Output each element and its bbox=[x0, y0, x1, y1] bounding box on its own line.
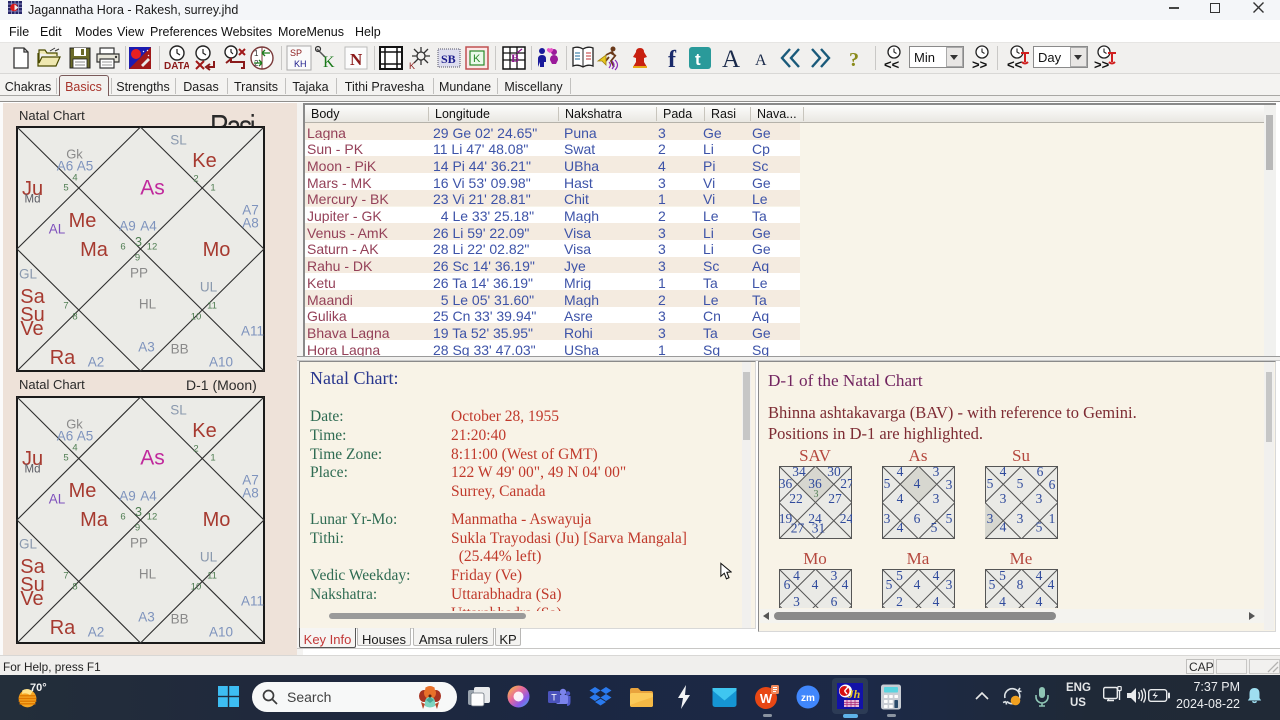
svg-text:5: 5 bbox=[999, 569, 1006, 583]
svg-text:27: 27 bbox=[840, 476, 852, 491]
svg-text:K: K bbox=[323, 54, 335, 71]
svg-text:22: 22 bbox=[789, 491, 803, 506]
svg-text:3: 3 bbox=[831, 569, 838, 583]
svg-text:3: 3 bbox=[933, 491, 940, 506]
svg-text:3: 3 bbox=[1017, 511, 1024, 526]
svg-text:5: 5 bbox=[884, 476, 891, 491]
svg-text:zm: zm bbox=[801, 693, 815, 704]
svg-text:4: 4 bbox=[1000, 466, 1007, 479]
svg-text:4: 4 bbox=[1036, 569, 1043, 583]
svg-text:31: 31 bbox=[812, 521, 826, 536]
svg-text:3: 3 bbox=[987, 511, 994, 526]
svg-text:3: 3 bbox=[933, 466, 940, 479]
svg-text:3: 3 bbox=[946, 477, 953, 492]
svg-text:5: 5 bbox=[946, 511, 953, 526]
svg-text:T: T bbox=[551, 693, 557, 703]
svg-text:4: 4 bbox=[999, 594, 1006, 608]
svg-text:4: 4 bbox=[1036, 594, 1043, 608]
svg-text:6: 6 bbox=[1037, 466, 1044, 479]
svg-text:K: K bbox=[473, 53, 481, 65]
svg-text:6: 6 bbox=[784, 577, 791, 592]
svg-text:N: N bbox=[350, 50, 363, 69]
svg-text:4: 4 bbox=[933, 594, 940, 608]
svg-text:W: W bbox=[760, 691, 773, 706]
svg-text:SB: SB bbox=[441, 52, 456, 66]
svg-text:<<: << bbox=[884, 57, 900, 71]
svg-text:4: 4 bbox=[842, 577, 849, 592]
svg-text:27: 27 bbox=[791, 521, 805, 536]
svg-text:3: 3 bbox=[1036, 491, 1043, 506]
svg-text:1: 1 bbox=[254, 49, 259, 58]
svg-text:34: 34 bbox=[792, 466, 806, 479]
svg-text:4: 4 bbox=[914, 577, 921, 592]
svg-text:4: 4 bbox=[933, 569, 940, 583]
svg-text:3: 3 bbox=[814, 489, 819, 500]
svg-text:>>: >> bbox=[1094, 57, 1110, 71]
svg-text:4: 4 bbox=[914, 476, 921, 491]
svg-text:5: 5 bbox=[931, 520, 938, 535]
svg-text:KH: KH bbox=[294, 59, 307, 69]
svg-text:5: 5 bbox=[896, 569, 903, 583]
svg-text:3: 3 bbox=[793, 594, 800, 608]
svg-text:30: 30 bbox=[827, 466, 841, 479]
svg-text:4: 4 bbox=[897, 466, 904, 479]
svg-text:6: 6 bbox=[831, 594, 838, 608]
svg-text:1: 1 bbox=[1049, 511, 1056, 526]
svg-text:4: 4 bbox=[897, 491, 904, 506]
svg-text:5: 5 bbox=[989, 577, 996, 592]
svg-text:A: A bbox=[755, 52, 767, 69]
svg-text:6: 6 bbox=[914, 511, 921, 526]
svg-text:Jh: Jh bbox=[847, 687, 861, 701]
svg-text:?: ? bbox=[849, 49, 859, 71]
svg-text:3: 3 bbox=[946, 577, 953, 592]
svg-text:5: 5 bbox=[1036, 520, 1043, 535]
svg-text:24: 24 bbox=[840, 511, 852, 526]
svg-text:t: t bbox=[695, 50, 701, 69]
svg-text:4: 4 bbox=[793, 569, 800, 583]
svg-text:27: 27 bbox=[828, 491, 842, 506]
svg-text:f: f bbox=[668, 47, 677, 71]
svg-text:K: K bbox=[409, 61, 415, 71]
svg-text:8: 8 bbox=[1017, 577, 1024, 592]
svg-text:4: 4 bbox=[812, 577, 819, 592]
svg-text:DATA: DATA bbox=[164, 61, 189, 71]
svg-text:3: 3 bbox=[1000, 491, 1007, 506]
svg-text:4: 4 bbox=[897, 520, 904, 535]
svg-text:5: 5 bbox=[1017, 476, 1024, 491]
svg-text:A: A bbox=[722, 46, 740, 71]
svg-text:3: 3 bbox=[884, 511, 891, 526]
svg-text:>>: >> bbox=[972, 57, 988, 71]
svg-text:4: 4 bbox=[1000, 520, 1007, 535]
svg-text:4: 4 bbox=[1048, 577, 1055, 592]
svg-text:SP: SP bbox=[290, 48, 302, 58]
svg-text:2: 2 bbox=[896, 594, 903, 608]
svg-text:5: 5 bbox=[886, 577, 893, 592]
svg-text:6: 6 bbox=[1049, 477, 1056, 492]
svg-text:<<: << bbox=[1007, 57, 1023, 71]
svg-text:36: 36 bbox=[779, 476, 793, 491]
svg-text:5: 5 bbox=[987, 476, 994, 491]
